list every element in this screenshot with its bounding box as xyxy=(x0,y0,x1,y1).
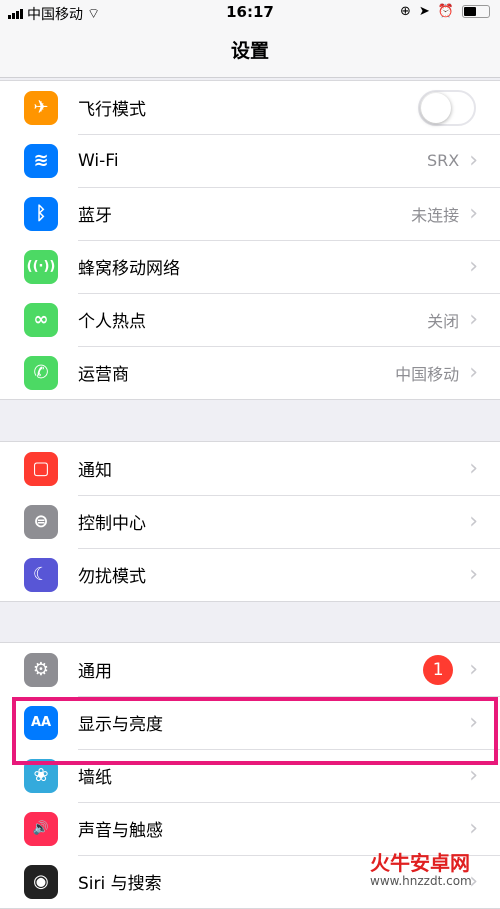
location-icon: ➤ xyxy=(418,4,430,19)
settings-row[interactable]: ⚙ 通用 1 › xyxy=(0,643,500,696)
chevron-right-icon: › xyxy=(469,148,478,173)
settings-row[interactable]: ☾ 勿扰模式 › xyxy=(0,548,500,601)
page-title: 设置 xyxy=(0,26,500,78)
chevron-right-icon: › xyxy=(469,657,478,682)
row-label: 勿扰模式 xyxy=(78,567,146,587)
settings-row[interactable]: ((·)) 蜂窝移动网络 › xyxy=(0,240,500,293)
bluetooth-icon: ᛒ xyxy=(24,196,58,231)
cellular-icon: ((·)) xyxy=(24,249,58,284)
wallpaper-icon: ❀ xyxy=(24,758,58,793)
notifications-icon: ▢ xyxy=(24,451,58,486)
settings-row[interactable]: ⊜ 控制中心 › xyxy=(0,495,500,548)
settings-row[interactable]: ✈ 飞行模式 xyxy=(0,81,500,134)
battery-icon xyxy=(462,5,490,18)
settings-group: ✈ 飞行模式 ≋ Wi-Fi SRX › ᛒ 蓝牙 未连接 › ((·)) 蜂窝移动网络 › ∞ 个人热点 关… xyxy=(0,80,500,400)
phone-icon: ✆ xyxy=(24,355,58,390)
rotation-lock-icon: ⊕ xyxy=(400,4,411,19)
watermark: 火牛安卓网 www.hnzzdt.com xyxy=(370,852,472,888)
hotspot-icon: ∞ xyxy=(24,302,58,337)
chevron-right-icon: › xyxy=(469,360,478,385)
chevron-right-icon: › xyxy=(469,562,478,587)
chevron-right-icon: › xyxy=(469,816,478,841)
control-center-icon: ⊜ xyxy=(24,504,58,539)
row-value: 未连接 xyxy=(411,205,460,225)
chevron-right-icon: › xyxy=(469,254,478,279)
row-label: 运营商 xyxy=(78,365,129,385)
watermark-url: www.hnzzdt.com xyxy=(370,874,472,888)
settings-group: ▢ 通知 › ⊜ 控制中心 › ☾ 勿扰模式 › xyxy=(0,441,500,602)
settings-row[interactable]: 🔊 声音与触感 › xyxy=(0,802,500,855)
row-label: 显示与亮度 xyxy=(78,715,163,735)
airplane-icon: ✈ xyxy=(24,90,58,125)
row-label: 声音与触感 xyxy=(78,821,163,841)
settings-row[interactable]: ❀ 墙纸 › xyxy=(0,749,500,802)
sound-icon: 🔊 xyxy=(24,811,58,846)
chevron-right-icon: › xyxy=(469,307,478,332)
settings-row[interactable]: ✆ 运营商 中国移动 › xyxy=(0,346,500,399)
airplane-toggle[interactable] xyxy=(418,89,476,126)
chevron-right-icon: › xyxy=(469,710,478,735)
update-badge: 1 xyxy=(423,654,454,685)
gear-icon: ⚙ xyxy=(24,652,58,687)
row-label: 蓝牙 xyxy=(78,206,112,226)
row-label: 墙纸 xyxy=(78,768,112,788)
row-label: 控制中心 xyxy=(78,514,146,534)
chevron-right-icon: › xyxy=(469,509,478,534)
row-label: 个人热点 xyxy=(78,312,146,332)
watermark-name: 火牛安卓网 xyxy=(370,851,470,875)
settings-row[interactable]: ≋ Wi-Fi SRX › xyxy=(0,134,500,187)
settings-row[interactable]: ▢ 通知 › xyxy=(0,442,500,495)
row-label: 飞行模式 xyxy=(78,100,146,120)
settings-row[interactable]: ᛒ 蓝牙 未连接 › xyxy=(0,187,500,240)
chevron-right-icon: › xyxy=(469,201,478,226)
chevron-right-icon: › xyxy=(469,456,478,481)
chevron-right-icon: › xyxy=(469,763,478,788)
row-label: Wi-Fi xyxy=(78,150,119,171)
status-bar: 中国移动 ⌔ 16:17 ⊕ ➤ ⏰ xyxy=(0,0,500,26)
siri-icon: ◉ xyxy=(24,864,58,899)
row-label: 通知 xyxy=(78,461,112,481)
settings-row[interactable]: ∞ 个人热点 关闭 › xyxy=(0,293,500,346)
row-value: 中国移动 xyxy=(395,364,460,384)
moon-icon: ☾ xyxy=(24,557,58,592)
display-icon: AA xyxy=(24,705,58,740)
settings-row[interactable]: AA 显示与亮度 › xyxy=(0,696,500,749)
row-label: 通用 xyxy=(78,662,112,682)
wifi-icon: ≋ xyxy=(24,143,58,178)
row-value: SRX xyxy=(426,151,460,170)
alarm-icon: ⏰ xyxy=(437,4,454,19)
row-value: 关闭 xyxy=(427,311,460,331)
row-label: 蜂窝移动网络 xyxy=(78,259,180,279)
